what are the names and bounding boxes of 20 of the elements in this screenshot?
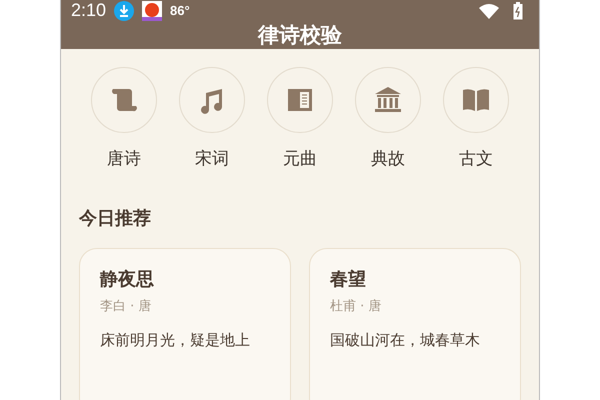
status-time: 2:10 — [71, 0, 106, 21]
poem-card[interactable]: 静夜思 李白 · 唐 床前明月光，疑是地上 — [79, 248, 291, 400]
download-icon — [114, 0, 134, 20]
category-label: 唐诗 — [107, 148, 141, 170]
wifi-icon — [479, 2, 499, 18]
poem-line: 床前明月光，疑是地上 — [100, 331, 251, 350]
app-icon — [142, 0, 162, 20]
category-label: 古文 — [459, 148, 493, 170]
poem-card[interactable]: 春望 杜甫 · 唐 国破山河在，城春草木 — [309, 248, 521, 400]
section-title: 今日推荐 — [79, 207, 152, 230]
poem-title: 春望 — [330, 268, 367, 291]
poem-title: 静夜思 — [100, 268, 155, 291]
temperature: 86° — [170, 3, 190, 18]
category-label: 典故 — [371, 148, 405, 170]
poem-author: 杜甫 · 唐 — [330, 298, 382, 315]
poem-author: 李白 · 唐 — [100, 298, 152, 315]
app-title: 律诗校验 — [258, 22, 342, 49]
poem-line: 国破山河在，城春草木 — [330, 331, 481, 350]
category-label: 元曲 — [283, 148, 317, 170]
category-label: 宋词 — [195, 148, 229, 170]
